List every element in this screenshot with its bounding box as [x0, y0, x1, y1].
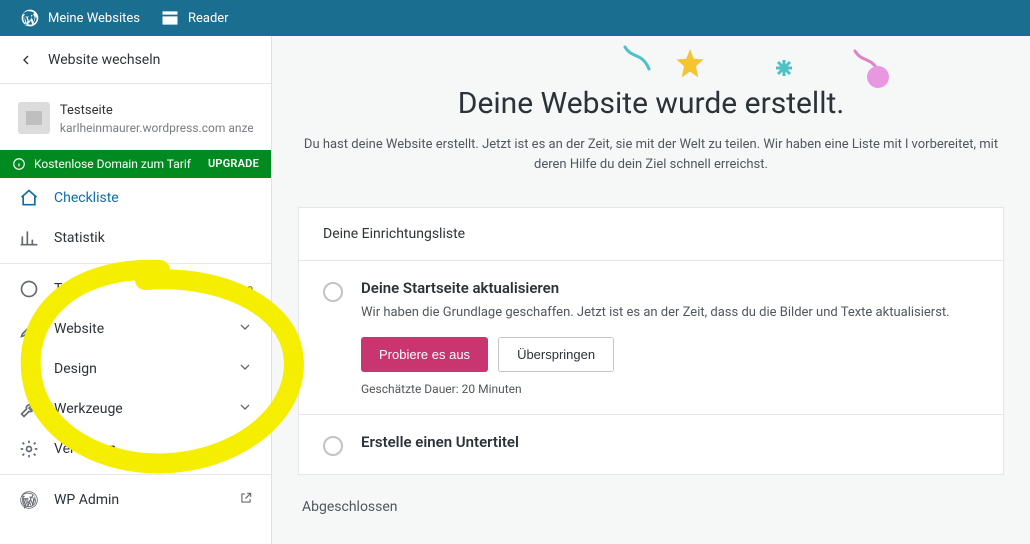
home-icon — [19, 188, 39, 208]
setup-list-card: Deine Einrichtungsliste Deine Startseite… — [298, 207, 1004, 475]
sidebar-item-label: Website — [54, 321, 223, 337]
plan-icon — [19, 279, 39, 299]
sidebar: Website wechseln Testseite karlheinmaure… — [0, 36, 272, 544]
sidebar-item-label: Checkliste — [54, 190, 253, 206]
sidebar-separator — [0, 474, 271, 475]
task-status-ring-icon — [323, 436, 343, 456]
setup-task-tagline[interactable]: Erstelle einen Untertitel — [299, 414, 1003, 474]
sidebar-upgrade-banner[interactable]: Kostenlose Domain zum Tarif UPGRADE — [0, 150, 271, 178]
sidebar-site-url: karlheinmaurer.wordpress.com anze — [60, 120, 253, 136]
task-description: Wir haben die Grundlage geschaffen. Jetz… — [361, 303, 950, 323]
sidebar-separator — [0, 263, 271, 264]
sidebar-item-tools[interactable]: Werkzeuge — [0, 389, 271, 429]
wordpress-icon — [20, 8, 40, 28]
sidebar-item-design[interactable]: Design — [0, 349, 271, 389]
hero-title: Deine Website wurde erstellt. — [296, 86, 1006, 121]
upgrade-text: Kostenlose Domain zum Tarif — [34, 157, 191, 171]
sidebar-item-label: Verwalten — [54, 441, 223, 457]
hero: Deine Website wurde erstellt. Du hast de… — [272, 36, 1030, 175]
hero-subtitle: Du hast deine Website erstellt. Jetzt is… — [296, 135, 1006, 175]
task-title: Erstelle einen Untertitel — [361, 433, 519, 451]
sidebar-item-label: Werkzeuge — [54, 401, 223, 417]
chevron-left-icon — [18, 52, 34, 68]
sidebar-item-label: Tarif — [54, 281, 217, 297]
masterbar-mysites[interactable]: Meine Websites — [10, 0, 150, 36]
site-thumbnail-icon — [18, 102, 50, 134]
wrench-icon — [19, 399, 39, 419]
chevron-down-icon — [237, 359, 253, 375]
stats-icon — [19, 228, 39, 248]
confetti-dot-icon — [867, 66, 889, 88]
task-status-ring-icon — [323, 282, 343, 302]
task-title: Deine Startseite aktualisieren — [361, 279, 950, 297]
masterbar-reader-label: Reader — [188, 11, 229, 26]
sidebar-site-title: Testseite — [60, 102, 253, 120]
sidebar-item-site[interactable]: Website — [0, 309, 271, 349]
sidebar-item-checklist[interactable]: Checkliste — [0, 178, 271, 218]
skip-button[interactable]: Überspringen — [498, 337, 614, 372]
confetti-icon — [772, 56, 796, 80]
sidebar-item-label: Statistik — [54, 230, 253, 246]
chevron-down-icon — [237, 439, 253, 455]
main-content: Deine Website wurde erstellt. Du hast de… — [272, 36, 1030, 544]
sidebar-item-plan[interactable]: Tarif Free — [0, 269, 271, 309]
task-eta: Geschätzte Dauer: 20 Minuten — [361, 382, 950, 396]
chevron-down-icon — [237, 399, 253, 415]
sidebar-site-text: Testseite karlheinmaurer.wordpress.com a… — [60, 102, 253, 136]
upgrade-cta: UPGRADE — [208, 157, 259, 170]
try-it-button[interactable]: Probiere es aus — [361, 337, 488, 372]
confetti-icon — [622, 44, 652, 74]
sidebar-back[interactable]: Website wechseln — [0, 36, 271, 84]
chevron-down-icon — [237, 319, 253, 335]
masterbar-mysites-label: Meine Websites — [48, 11, 140, 26]
sidebar-item-manage[interactable]: Verwalten — [0, 429, 271, 469]
reader-icon — [160, 8, 180, 28]
pencil-icon — [19, 319, 39, 339]
sidebar-site-card[interactable]: Testseite karlheinmaurer.wordpress.com a… — [0, 84, 271, 150]
sidebar-item-label: Design — [54, 361, 223, 377]
design-icon — [19, 359, 39, 379]
sidebar-item-wpadmin[interactable]: WP Admin — [0, 480, 271, 520]
completed-header: Abgeschlossen — [302, 499, 1000, 515]
star-icon — [672, 46, 708, 82]
setup-task-homepage[interactable]: Deine Startseite aktualisieren Wir haben… — [299, 260, 1003, 414]
masterbar: Meine Websites Reader — [0, 0, 1030, 36]
external-link-icon — [239, 491, 253, 505]
wordpress-icon — [19, 490, 39, 510]
setup-list-header: Deine Einrichtungsliste — [299, 208, 1003, 260]
sidebar-back-label: Website wechseln — [48, 52, 160, 68]
sidebar-item-label: WP Admin — [54, 492, 225, 508]
masterbar-reader[interactable]: Reader — [150, 0, 239, 36]
gear-icon — [19, 439, 39, 459]
sidebar-item-stats[interactable]: Statistik — [0, 218, 271, 258]
info-icon — [12, 157, 26, 171]
plan-badge: Free — [231, 282, 253, 295]
